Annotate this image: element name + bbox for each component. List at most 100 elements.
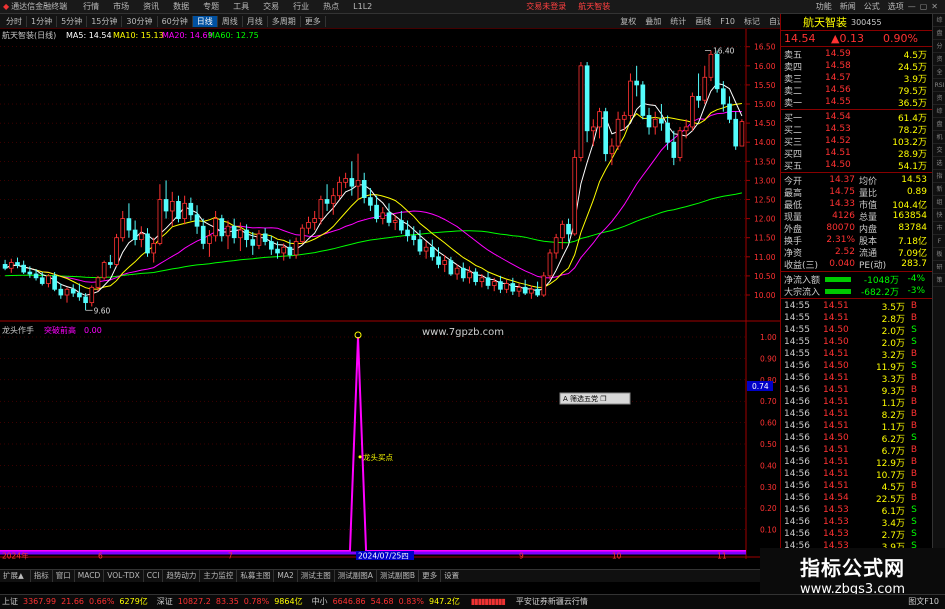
chart-tool-2[interactable]: 统计 <box>670 16 686 27</box>
candle-body <box>361 180 367 198</box>
candle <box>467 266 472 284</box>
candle-body <box>343 178 348 183</box>
menu-3[interactable]: 数据 <box>173 1 189 12</box>
sidebar-button-10[interactable]: 交 <box>933 144 945 157</box>
candle <box>652 111 658 135</box>
sidebar-button-19[interactable]: 研 <box>933 261 945 274</box>
menu-9[interactable]: L1L2 <box>353 2 372 11</box>
menu-6[interactable]: 交易 <box>263 1 279 12</box>
sidebar-button-15[interactable]: 快 <box>933 209 945 222</box>
sidebar-button-20[interactable]: 策 <box>933 274 945 287</box>
sidebar-button-13[interactable]: 新 <box>933 183 945 196</box>
stat-value: 104.4亿 <box>892 200 927 211</box>
zx-index-name[interactable]: 中小 <box>312 595 328 609</box>
period-tab-2[interactable]: 5分钟 <box>57 15 88 27</box>
sidebar-button-14[interactable]: 组 <box>933 196 945 209</box>
period-tab-9[interactable]: 多周期 <box>268 15 301 27</box>
indicator-tab-8[interactable]: MA2 <box>273 570 296 582</box>
sidebar-button-6[interactable]: 资 <box>933 92 945 105</box>
indicator-tab-3[interactable]: VOL-TDX <box>103 570 142 582</box>
period-tab-4[interactable]: 30分钟 <box>122 15 158 27</box>
indicator-tab-1[interactable]: 窗口 <box>51 570 74 582</box>
candle-body <box>392 220 398 223</box>
candle-body <box>467 271 472 279</box>
stat-value: 4126 <box>832 211 855 221</box>
ind-y-label: 0.10 <box>760 526 777 535</box>
chart-watermark: www.7gpzb.com <box>422 327 504 338</box>
y-tick-label: 15.00 <box>754 100 776 109</box>
candle <box>21 260 26 274</box>
sidebar-button-16[interactable]: 市 <box>933 222 945 235</box>
sidebar-button-7[interactable]: 综 <box>933 105 945 118</box>
menu-2[interactable]: 资讯 <box>143 1 159 12</box>
x-tick-label: 11 <box>717 552 727 561</box>
sh-index-name[interactable]: 上证 <box>2 595 18 609</box>
sidebar-button-5[interactable]: RSI <box>933 79 945 92</box>
period-tab-0[interactable]: 分时 <box>2 15 27 27</box>
indicator-tab-13[interactable]: 设置 <box>440 570 462 582</box>
indicator-tab-12[interactable]: 更多 <box>418 570 440 582</box>
tick-list[interactable]: 14:55 14.51 3.5万 B 14:55 14.51 2.8万 B 14:55 14.50… <box>781 299 932 565</box>
sidebar-button-9[interactable]: 机 <box>933 131 945 144</box>
sidebar-button-18[interactable]: 板 <box>933 248 945 261</box>
menu-0[interactable]: 行情 <box>83 1 99 12</box>
chart-area[interactable]: 16.50 16.00 15.50 15.00 14.50 14.00 13.50 13.00… <box>0 29 780 569</box>
indicator-tab-4[interactable]: CCI <box>142 570 163 582</box>
kline-chart[interactable]: 16.50 16.00 15.50 15.00 14.50 14.00 13.50 13.00… <box>0 29 780 569</box>
top-link-1[interactable]: 新闻 <box>840 1 856 12</box>
candle <box>120 210 126 242</box>
indicator-tab-7[interactable]: 私募主图 <box>236 570 273 582</box>
period-tab-7[interactable]: 周线 <box>218 15 243 27</box>
top-link-3[interactable]: 选项 <box>888 1 904 12</box>
chart-tool-3[interactable]: 画线 <box>695 16 711 27</box>
indicator-tab-2[interactable]: MACD <box>73 570 103 582</box>
sidebar-button-4[interactable]: 全 <box>933 66 945 79</box>
menu-5[interactable]: 工具 <box>233 1 249 12</box>
menu-4[interactable]: 专题 <box>203 1 219 12</box>
top-link-2[interactable]: 公式 <box>864 1 880 12</box>
chart-tool-4[interactable]: F10 <box>720 17 735 26</box>
indicator-tab-9[interactable]: 测试主图 <box>296 570 334 582</box>
sidebar-button-1[interactable]: 盘 <box>933 27 945 40</box>
indicator-tab-5[interactable]: 趋势动力 <box>162 570 199 582</box>
indicator-tab-10[interactable]: 测试副图A <box>333 570 376 582</box>
sidebar-button-0[interactable]: 综 <box>933 14 945 27</box>
status-bar: 上证 3367.99 21.66 0.66% 6279亿 深证 10827.2 … <box>0 594 945 609</box>
selection-popup-text[interactable]: A 筛选五党 ❐ <box>563 394 607 403</box>
menu-8[interactable]: 热点 <box>323 1 339 12</box>
signal-dot <box>358 455 362 459</box>
sidebar-button-17[interactable]: F <box>933 235 945 248</box>
period-tab-6[interactable]: 日线 <box>192 15 218 27</box>
f10-button[interactable]: 图文F10 <box>908 595 939 609</box>
ask-price: 14.59 <box>825 49 851 59</box>
top-link-0[interactable]: 功能 <box>816 1 832 12</box>
period-tab-1[interactable]: 1分钟 <box>27 15 58 27</box>
sidebar-button-2[interactable]: 分 <box>933 40 945 53</box>
candle-body <box>132 229 138 241</box>
sidebar-button-8[interactable]: 盘 <box>933 118 945 131</box>
chart-tool-1[interactable]: 叠加 <box>645 16 661 27</box>
chart-tool-5[interactable]: 标记 <box>744 16 760 27</box>
price-change-pct: 0.90% <box>883 32 918 45</box>
expand-tab[interactable]: 扩展▲ <box>0 570 27 582</box>
menu-1[interactable]: 市场 <box>113 1 129 12</box>
trade-login-link[interactable]: 交易未登录 <box>526 1 566 12</box>
quote-stock-name[interactable]: 航天智装 <box>803 14 847 30</box>
sidebar-button-12[interactable]: 指 <box>933 170 945 183</box>
sz-index-name[interactable]: 深证 <box>157 595 173 609</box>
indicator-tab-6[interactable]: 主力监控 <box>199 570 236 582</box>
menu-7[interactable]: 行业 <box>293 1 309 12</box>
sidebar-button-11[interactable]: 选 <box>933 157 945 170</box>
sidebar-button-3[interactable]: 资 <box>933 53 945 66</box>
indicator-tab-0[interactable]: 指标 <box>29 570 52 582</box>
period-tab-10[interactable]: 更多 <box>301 15 326 27</box>
stock-tag[interactable]: 航天智装 <box>578 1 610 12</box>
indicator-tab-11[interactable]: 测试副图B <box>375 570 418 582</box>
window-controls[interactable]: —▢✕ <box>908 2 942 11</box>
tick-row: 14:55 14.50 2.0万 S <box>781 324 932 337</box>
candle-body <box>578 65 584 158</box>
chart-tool-0[interactable]: 复权 <box>620 16 636 27</box>
period-tab-5[interactable]: 60分钟 <box>158 15 193 27</box>
period-tab-8[interactable]: 月线 <box>243 15 268 27</box>
period-tab-3[interactable]: 15分钟 <box>87 15 123 27</box>
